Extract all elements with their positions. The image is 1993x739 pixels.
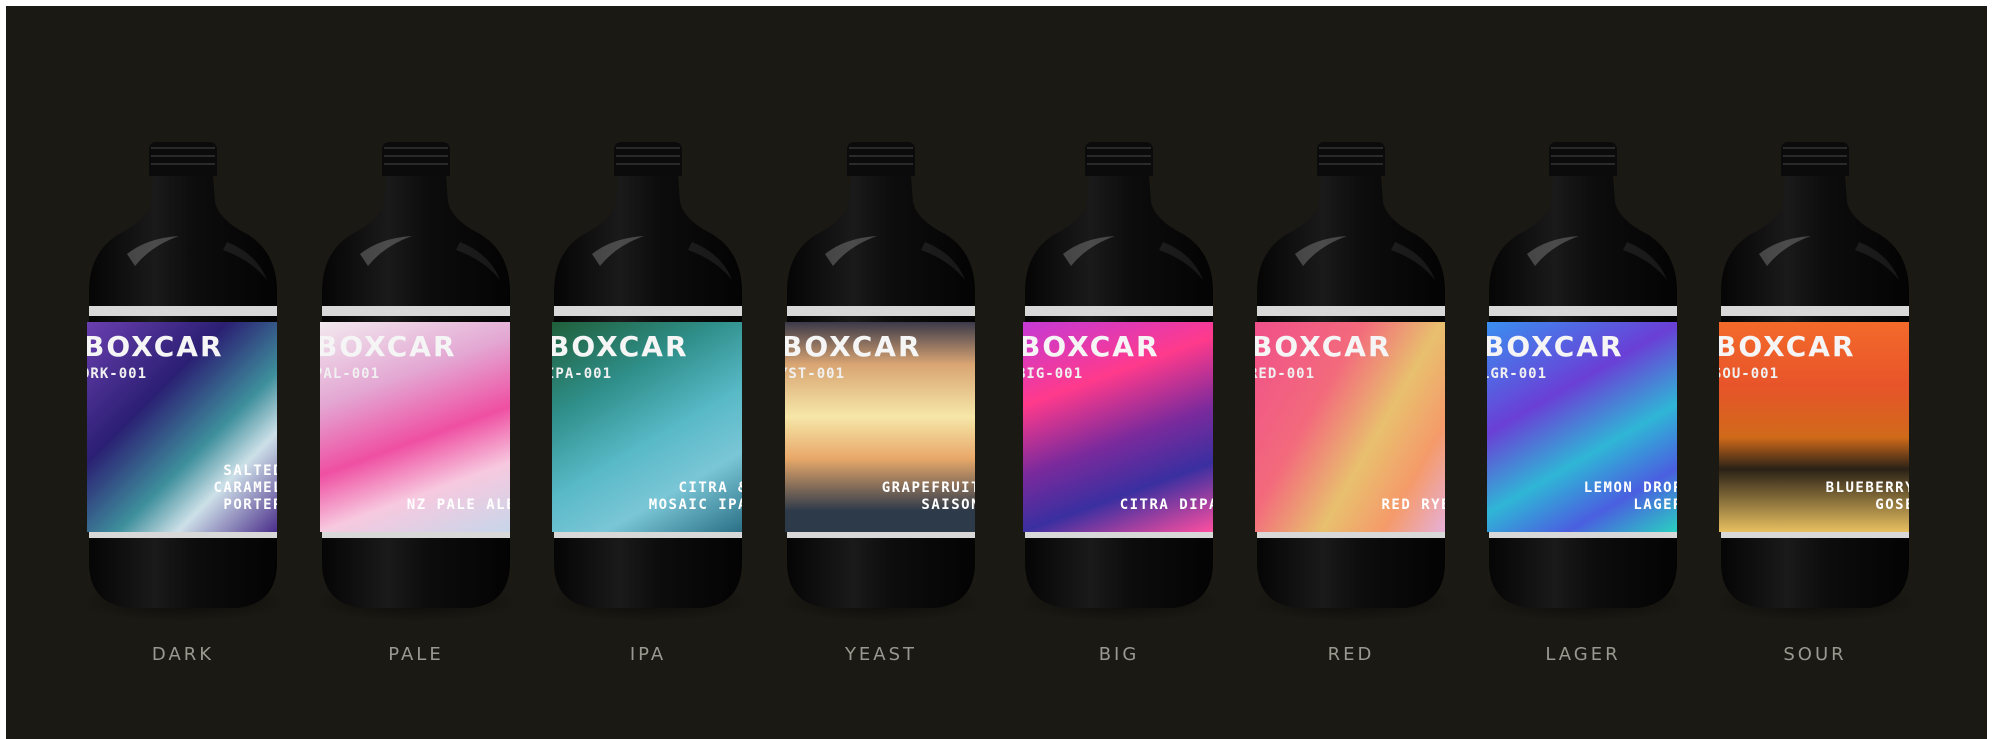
bottle-ipa: BOXCAR IPA-001 CITRA & MOSAIC IPA (552, 142, 744, 626)
label: BOXCAR YST-001 GRAPEFRUITSAISON (785, 312, 975, 532)
category-label-ipa: IPA (629, 644, 667, 665)
brand-logo: BOXCAR (1023, 330, 1160, 363)
beer-name: NZ PALE ALE (320, 497, 510, 514)
beer-name-line: SALTED (223, 463, 277, 479)
beer-name: GRAPEFRUITSAISON (785, 480, 975, 514)
brand-logo: BOXCAR (552, 330, 689, 363)
category-label-big: BIG (1098, 644, 1140, 665)
brand-logo: BOXCAR (87, 330, 224, 363)
beer-code: IPA-001 (552, 366, 613, 382)
beer-name: CITRA & MOSAIC IPA (552, 480, 742, 514)
beer-name-line: BLUEBERRY (1825, 480, 1909, 496)
label: BOXCAR RED-001 RED RYE (1255, 312, 1445, 532)
label: BOXCAR DRK-001 SALTEDCARAMELPORTER (87, 312, 277, 532)
beer-name-line: SAISON (921, 497, 975, 513)
brand-logo: BOXCAR (320, 330, 457, 363)
beer-name-line: GRAPEFRUIT (881, 480, 975, 496)
brand-logo: BOXCAR (785, 330, 922, 363)
beer-code: SOU-001 (1719, 366, 1780, 382)
beer-name: RED RYE (1255, 497, 1445, 514)
product-showcase: BOXCAR DRK-001 SALTEDCARAMELPORTER (6, 6, 1987, 739)
category-label-sour: SOUR (1783, 644, 1847, 665)
label: BOXCAR IPA-001 CITRA & MOSAIC IPA (552, 312, 742, 532)
category-label-dark: DARK (151, 644, 215, 665)
beer-name-line: PORTER (223, 497, 277, 513)
beer-name-line: MOSAIC IPA (648, 497, 742, 513)
category-label-yeast: YEAST (844, 644, 918, 665)
beer-name-line: NZ PALE ALE (406, 497, 510, 513)
beer-name-line: CITRA DIPA (1119, 497, 1213, 513)
category-label-lager: LAGER (1545, 644, 1621, 665)
beer-code: DRK-001 (87, 366, 148, 382)
beer-code: PAL-001 (320, 366, 381, 382)
bottle-yeast: BOXCAR YST-001 GRAPEFRUITSAISON (785, 142, 977, 626)
beer-code: YST-001 (785, 366, 846, 382)
label: BOXCAR BIG-001 CITRA DIPA (1023, 312, 1213, 532)
bottle-pale: BOXCAR PAL-001 NZ PALE ALE (320, 142, 512, 626)
label: BOXCAR SOU-001 BLUEBERRYGOSE (1719, 312, 1909, 532)
beer-name-line: CARAMEL (213, 480, 277, 496)
bottle-dark: BOXCAR DRK-001 SALTEDCARAMELPORTER (87, 142, 279, 626)
beer-name: SALTEDCARAMELPORTER (87, 463, 277, 514)
beer-name-line: CITRA & (678, 480, 742, 496)
beer-code: RED-001 (1255, 366, 1316, 382)
brand-logo: BOXCAR (1255, 330, 1392, 363)
brand-logo: BOXCAR (1487, 330, 1624, 363)
category-label-pale: PALE (388, 644, 444, 665)
category-label-red: RED (1327, 644, 1375, 665)
beer-name: CITRA DIPA (1023, 497, 1213, 514)
beer-code: BIG-001 (1023, 366, 1084, 382)
beer-name-line: RED RYE (1381, 497, 1445, 513)
beer-name-line: LAGER (1633, 497, 1677, 513)
bottle-sour: BOXCAR SOU-001 BLUEBERRYGOSE (1719, 142, 1911, 626)
label: BOXCAR LGR-001 LEMON DROPLAGER (1487, 312, 1677, 532)
bottle-big: BOXCAR BIG-001 CITRA DIPA (1023, 142, 1215, 626)
beer-name: BLUEBERRYGOSE (1719, 480, 1909, 514)
beer-name: LEMON DROPLAGER (1487, 480, 1677, 514)
brand-logo: BOXCAR (1719, 330, 1856, 363)
beer-code: LGR-001 (1487, 366, 1548, 382)
bottle-red: BOXCAR RED-001 RED RYE (1255, 142, 1447, 626)
beer-name-line: LEMON DROP (1583, 480, 1677, 496)
bottle-lager: BOXCAR LGR-001 LEMON DROPLAGER (1487, 142, 1679, 626)
beer-name-line: GOSE (1875, 497, 1909, 513)
label: BOXCAR PAL-001 NZ PALE ALE (320, 312, 510, 532)
